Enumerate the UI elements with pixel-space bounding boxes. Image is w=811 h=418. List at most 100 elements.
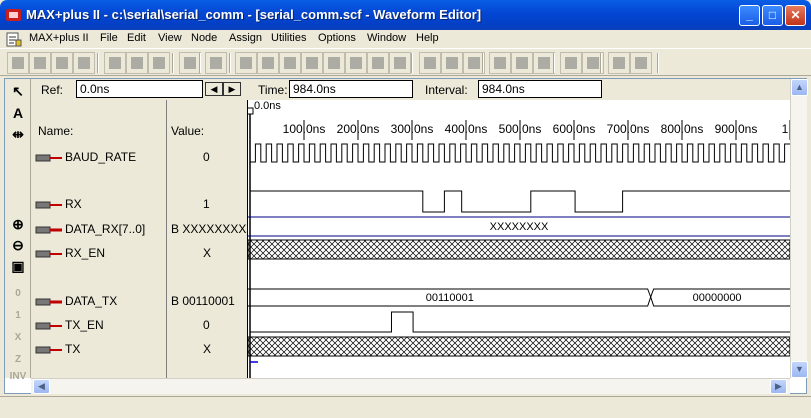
- logic-1-icon[interactable]: 1: [7, 306, 29, 326]
- signal-name[interactable]: DATA_TX: [65, 294, 117, 308]
- undo-icon[interactable]: [179, 52, 201, 74]
- signal-name[interactable]: RX_EN: [65, 246, 105, 260]
- waveform-canvas[interactable]: 0.0ns 100.0ns 200.0ns 300.0ns 400.0ns 500.0n…: [248, 100, 790, 378]
- open-scf-icon[interactable]: [389, 52, 411, 74]
- search-icon[interactable]: [560, 52, 582, 74]
- time-tick-label: 400.0ns: [445, 122, 488, 136]
- menu-view[interactable]: View: [158, 32, 182, 44]
- toolbar-separator: [199, 53, 201, 73]
- time-field[interactable]: 984.0ns: [289, 80, 413, 98]
- signal-name[interactable]: BAUD_RATE: [65, 150, 136, 164]
- menu-window[interactable]: Window: [367, 32, 406, 44]
- save-and-simulate-icon[interactable]: [533, 52, 555, 74]
- scroll-up-button[interactable]: ▲: [791, 79, 808, 96]
- menu-options[interactable]: Options: [318, 32, 356, 44]
- time-header: Ref: 0.0ns ◀ ▶ Time: 984.0ns Interval: 98…: [31, 79, 790, 100]
- fit-in-window-icon[interactable]: ▣: [7, 256, 29, 276]
- zoom-fit-icon[interactable]: [630, 52, 652, 74]
- text-tool-icon[interactable]: A: [7, 103, 29, 123]
- vertical-scrollbar[interactable]: ▲ ▼: [790, 79, 808, 378]
- toolbar-separator: [553, 53, 555, 73]
- time-tick-label: 700.0ns: [607, 122, 650, 136]
- grid-icon[interactable]: [608, 52, 630, 74]
- hierarchy-icon[interactable]: [257, 52, 279, 74]
- new-icon[interactable]: [7, 52, 29, 74]
- check-icon[interactable]: [489, 52, 511, 74]
- menu-help[interactable]: Help: [416, 32, 439, 44]
- prev-transition-button[interactable]: ◀: [206, 83, 222, 95]
- menu-edit[interactable]: Edit: [127, 32, 146, 44]
- time-tick-label: 300.0ns: [391, 122, 434, 136]
- value-column-title: Value:: [171, 124, 205, 138]
- paste-icon[interactable]: [148, 52, 170, 74]
- menu-maxplus[interactable]: MAX+plus II: [29, 32, 89, 44]
- copy-icon[interactable]: [126, 52, 148, 74]
- open-icon[interactable]: [29, 52, 51, 74]
- logic-0-icon[interactable]: 0: [7, 284, 29, 304]
- ref-field[interactable]: 0.0ns: [76, 80, 203, 98]
- time-tick-label: 1.0: [782, 122, 790, 136]
- data-rx-bus-label: XXXXXXXX: [490, 221, 549, 233]
- save-icon[interactable]: [51, 52, 73, 74]
- next-transition-button[interactable]: ▶: [224, 83, 240, 95]
- waveform-area[interactable]: 0.0ns 100.0ns 200.0ns 300.0ns 400.0ns 500.0n…: [248, 100, 790, 378]
- time-tick-label: 100.0ns: [283, 122, 326, 136]
- app-icon[interactable]: [6, 8, 21, 22]
- select-tool-icon[interactable]: ↖: [7, 81, 29, 101]
- toolbar-separator: [600, 53, 602, 73]
- close-button[interactable]: ✕: [785, 5, 806, 26]
- data-tx-value-label: 00000000: [693, 292, 742, 304]
- zoom-in-icon[interactable]: ⊕: [7, 214, 29, 234]
- cut-icon[interactable]: [104, 52, 126, 74]
- rx-wave: [250, 190, 790, 213]
- baud-rate-wave: [250, 143, 790, 163]
- signal-name[interactable]: TX: [65, 342, 80, 356]
- output-pin-icon: [35, 250, 62, 258]
- programmer-icon[interactable]: [367, 52, 389, 74]
- signal-name[interactable]: RX: [65, 197, 82, 211]
- time-label: Time:: [258, 83, 288, 97]
- toolbar-separator: [411, 53, 413, 73]
- scroll-down-button[interactable]: ▼: [791, 361, 808, 378]
- compiler-icon[interactable]: [301, 52, 323, 74]
- scroll-left-button[interactable]: ◀: [33, 379, 50, 394]
- status-bar: [0, 396, 811, 418]
- menu-utilities[interactable]: Utilities: [271, 32, 306, 44]
- input-pin-icon: [35, 322, 62, 330]
- horizontal-scrollbar[interactable]: ◀ ▶: [31, 378, 790, 394]
- toolbar-separator: [97, 53, 99, 73]
- menu-node[interactable]: Node: [191, 32, 217, 44]
- document-icon[interactable]: [6, 32, 22, 47]
- help-icon[interactable]: [205, 52, 227, 74]
- save-and-compile-icon[interactable]: [511, 52, 533, 74]
- output-pin-icon: [35, 346, 62, 354]
- menu-file[interactable]: File: [100, 32, 118, 44]
- print-icon[interactable]: [73, 52, 95, 74]
- invert-icon[interactable]: INV: [7, 367, 29, 387]
- input-pin-icon: [35, 298, 62, 306]
- timing-icon[interactable]: [345, 52, 367, 74]
- simulator-icon[interactable]: [323, 52, 345, 74]
- menu-assign[interactable]: Assign: [229, 32, 262, 44]
- toolbar-separator: [657, 53, 659, 73]
- maximize-button[interactable]: □: [762, 5, 783, 26]
- save-scf-icon[interactable]: [441, 52, 463, 74]
- floorplan-icon[interactable]: [279, 52, 301, 74]
- signal-value: 1: [203, 197, 210, 211]
- signal-values-column: Value: 0 1 B XXXXXXXX X B 00110001 0 X: [167, 100, 248, 378]
- signal-value: B 00110001: [171, 294, 235, 308]
- toolbar-separator: [482, 53, 484, 73]
- signal-name[interactable]: DATA_RX[7..0]: [65, 222, 145, 236]
- signal-names-column: Name: BAUD_RATE RX DATA_RX[7..0] RX_EN DATA_…: [31, 100, 167, 378]
- time-tick-label: 900.0ns: [715, 122, 758, 136]
- signal-name[interactable]: TX_EN: [65, 318, 104, 332]
- logic-x-icon[interactable]: X: [7, 328, 29, 348]
- menu-bar: MAX+plus II File Edit View Node Assign U…: [0, 30, 811, 75]
- scroll-right-button[interactable]: ▶: [770, 379, 787, 394]
- open-snf-icon[interactable]: [419, 52, 441, 74]
- zoom-out-icon[interactable]: ⊖: [7, 235, 29, 255]
- snap-tool-icon[interactable]: ⇹: [7, 124, 29, 144]
- minimize-button[interactable]: _: [739, 5, 760, 26]
- warning-icon[interactable]: [235, 52, 257, 74]
- interval-field[interactable]: 984.0ns: [478, 80, 602, 98]
